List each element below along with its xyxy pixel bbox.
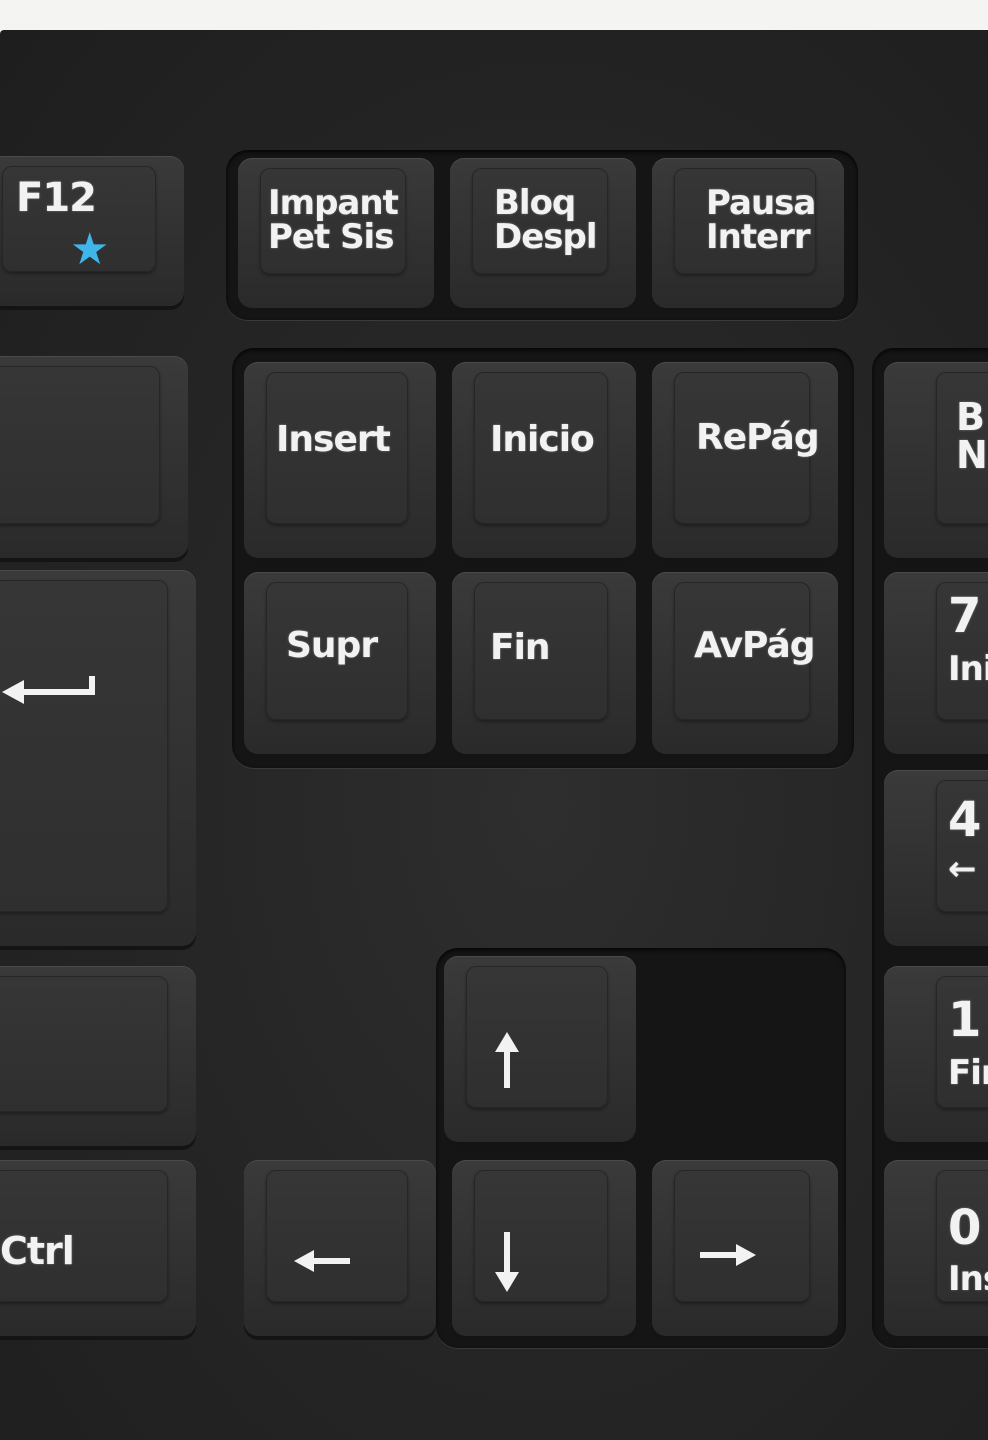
numpad-0-label: 0 Ins (948, 1204, 988, 1296)
numpad-1-key[interactable]: 1 Fin (884, 966, 988, 1142)
insert-key[interactable]: Insert (244, 362, 436, 558)
right-arrow-key[interactable] (652, 1160, 838, 1336)
pause-label: Pausa Interr (706, 183, 816, 257)
down-arrow-key[interactable] (452, 1160, 636, 1336)
print-screen-line2: Pet Sis (268, 217, 394, 257)
delete-label: Supr (286, 625, 378, 666)
enter-key[interactable] (0, 570, 196, 946)
star-icon: ★ (70, 224, 110, 275)
numlock-line2: N (956, 433, 988, 477)
page-up-key[interactable]: RePág (652, 362, 838, 558)
end-label: Fin (490, 627, 551, 668)
arrow-up-icon (495, 1032, 519, 1088)
numpad-7-label: 7 Ini (948, 592, 988, 686)
pause-key[interactable]: Pausa Interr (652, 158, 844, 308)
scroll-lock-key[interactable]: Bloq Despl (450, 158, 636, 308)
home-label: Inicio (490, 419, 595, 460)
numpad-7-sub: Ini (948, 649, 988, 689)
right-shift-key[interactable] (0, 966, 196, 1146)
ctrl-label: Ctrl (0, 1229, 75, 1273)
f12-key[interactable]: F12 ★ (0, 156, 184, 306)
scroll-lock-line1: Bloq (494, 183, 576, 223)
pause-line2: Interr (706, 217, 811, 257)
arrow-left-icon (294, 1250, 350, 1272)
numpad-1-label: 1 Fin (948, 996, 988, 1090)
numpad-4-sub: ← (948, 849, 977, 889)
left-arrow-key[interactable] (244, 1160, 436, 1336)
numpad-4-digit: 4 (948, 792, 981, 848)
page-down-label: AvPág (694, 625, 816, 666)
right-ctrl-key[interactable]: Ctrl (0, 1160, 196, 1336)
numpad-4-key[interactable]: 4 ← (884, 770, 988, 946)
print-screen-label: Impant Pet Sis (268, 183, 399, 257)
numpad-7-digit: 7 (948, 588, 981, 644)
numpad-1-sub: Fin (948, 1053, 988, 1093)
insert-label: Insert (276, 419, 391, 460)
end-key[interactable]: Fin (452, 572, 636, 754)
numlock-key[interactable]: B N (884, 362, 988, 558)
scroll-lock-line2: Despl (494, 217, 598, 257)
enter-arrow-icon (2, 676, 95, 704)
numpad-7-key[interactable]: 7 Ini (884, 572, 988, 754)
page-up-label: RePág (696, 417, 820, 458)
page-down-key[interactable]: AvPág (652, 572, 838, 754)
numpad-4-label: 4 ← (948, 792, 981, 889)
arrow-down-icon (495, 1232, 519, 1292)
numpad-0-digit: 0 (948, 1200, 981, 1256)
delete-key[interactable]: Supr (244, 572, 436, 754)
arrow-right-icon (700, 1244, 756, 1266)
f12-label: F12 (16, 175, 97, 221)
backslash-key[interactable] (0, 356, 188, 558)
numpad-0-sub: Ins (948, 1259, 988, 1299)
scroll-lock-label: Bloq Despl (494, 183, 598, 257)
numlock-label: B N (956, 395, 988, 477)
home-key[interactable]: Inicio (452, 362, 636, 558)
numlock-line1: B (956, 395, 985, 439)
print-screen-key[interactable]: Impant Pet Sis (238, 158, 434, 308)
print-screen-line1: Impant (268, 183, 399, 223)
numpad-1-digit: 1 (948, 992, 981, 1048)
pause-line1: Pausa (706, 183, 816, 223)
up-arrow-key[interactable] (444, 956, 636, 1142)
numpad-0-key[interactable]: 0 Ins (884, 1160, 988, 1336)
